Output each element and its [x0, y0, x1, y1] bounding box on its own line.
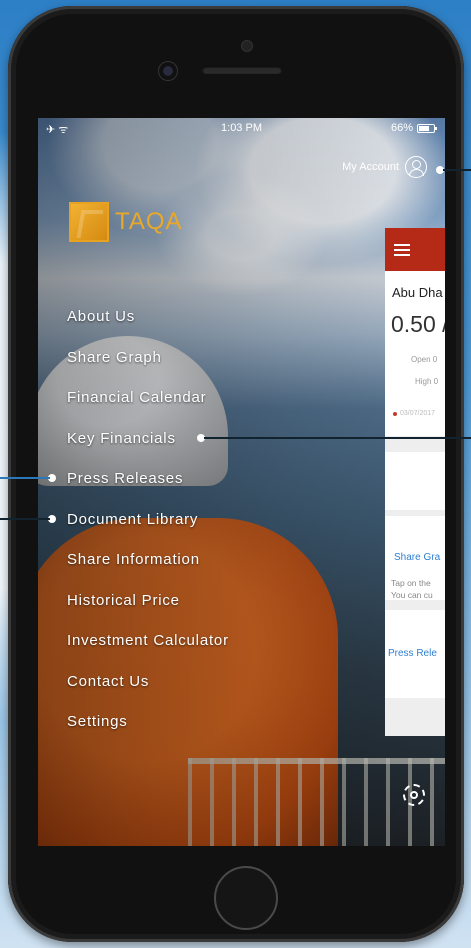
- menu-item-historical-price[interactable]: Historical Price: [67, 590, 229, 631]
- status-bar: ✈ ᯤ 1:03 PM 66%: [38, 118, 445, 140]
- panel-hint-line-1: Tap on the: [391, 578, 431, 588]
- app-screen: ✈ ᯤ 1:03 PM 66% My Account TAQA About Us…: [38, 118, 445, 846]
- menu-item-press-releases[interactable]: Press Releases: [67, 468, 229, 509]
- status-right: 66%: [390, 122, 437, 134]
- my-account-label: My Account: [342, 161, 399, 173]
- share-price: 0.50 /: [391, 311, 445, 337]
- panel-divider: [385, 600, 445, 610]
- callout-line-account: [443, 169, 471, 171]
- share-graph-link[interactable]: Share Gra: [394, 552, 440, 563]
- live-indicator-icon: [393, 412, 397, 416]
- taqa-logo-mark-icon: [69, 202, 109, 242]
- menu-item-contact-us[interactable]: Contact Us: [67, 671, 229, 712]
- company-name: Abu Dha: [392, 285, 443, 300]
- callout-line-key-financials: [204, 437, 471, 439]
- my-account-button[interactable]: My Account: [342, 156, 427, 178]
- menu-item-investment-calculator[interactable]: Investment Calculator: [67, 630, 229, 671]
- menu-item-document-library[interactable]: Document Library: [67, 509, 229, 550]
- taqa-logo: TAQA: [69, 202, 183, 242]
- menu-item-about-us[interactable]: About Us: [67, 306, 229, 347]
- main-content-panel[interactable]: Abu Dha 0.50 / Open 0 High 0 03/07/2017 …: [385, 228, 445, 736]
- callout-line-document-library: [0, 518, 50, 520]
- menu-item-financial-calendar[interactable]: Financial Calendar: [67, 387, 229, 428]
- panel-divider: [385, 510, 445, 516]
- logo-text: TAQA: [115, 208, 183, 235]
- menu-item-share-information[interactable]: Share Information: [67, 549, 229, 590]
- proximity-sensor: [241, 40, 253, 52]
- open-value: Open 0: [411, 355, 438, 364]
- user-icon: [405, 156, 427, 178]
- menu-item-share-graph[interactable]: Share Graph: [67, 347, 229, 388]
- hamburger-menu-icon[interactable]: [394, 244, 410, 246]
- menu-item-settings[interactable]: Settings: [67, 711, 229, 752]
- quote-date: 03/07/2017: [400, 410, 436, 417]
- high-value: High 0: [415, 377, 439, 386]
- gear-icon[interactable]: [403, 784, 425, 806]
- panel-header: [385, 228, 445, 271]
- callout-line-press-releases: [0, 477, 50, 479]
- earpiece-speaker: [202, 66, 282, 74]
- home-button[interactable]: [214, 866, 278, 930]
- panel-footer: [385, 698, 445, 736]
- menu-item-key-financials[interactable]: Key Financials: [67, 428, 229, 469]
- front-camera-icon: [158, 61, 178, 81]
- panel-hint-text: Tap on the You can cu: [391, 577, 433, 601]
- battery-percent: 66%: [390, 122, 413, 134]
- battery-icon: [417, 123, 437, 133]
- status-time: 1:03 PM: [221, 122, 262, 134]
- side-menu: About Us Share Graph Financial Calendar …: [67, 306, 229, 752]
- press-releases-link[interactable]: Press Rele: [388, 648, 437, 659]
